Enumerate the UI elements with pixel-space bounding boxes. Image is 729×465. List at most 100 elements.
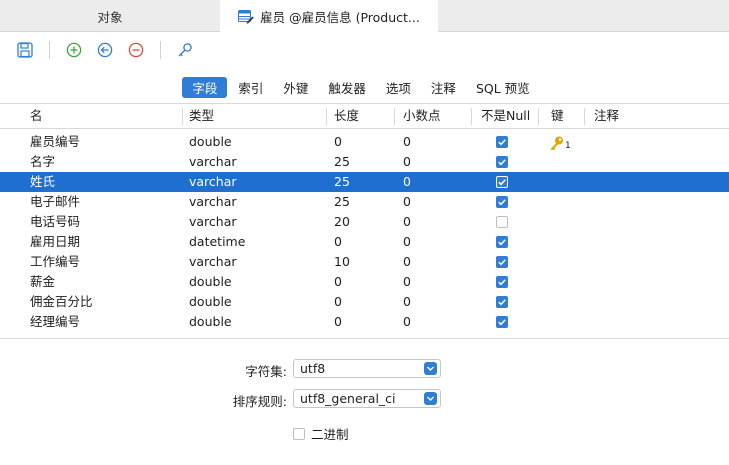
charset-select[interactable]: utf8 [293,359,441,378]
field-length-cell[interactable]: 0 [334,272,342,292]
column-divider[interactable] [538,108,539,125]
column-header-decimals[interactable]: 小数点 [403,104,441,128]
table-row[interactable]: 电子邮件 varchar 25 0 [0,192,729,212]
field-type-cell[interactable]: double [189,312,232,332]
field-name-cell[interactable]: 雇员编号 [30,132,80,152]
subtab-indexes[interactable]: 索引 [229,77,272,98]
field-length-cell[interactable]: 20 [334,212,350,232]
binary-option[interactable]: 二进制 [293,424,349,443]
not-null-checkbox[interactable] [496,236,508,248]
field-decimals-cell[interactable]: 0 [403,192,411,212]
field-decimals-cell[interactable]: 0 [403,172,411,192]
table-row[interactable]: 雇用日期 datetime 0 0 [0,232,729,252]
field-type-cell[interactable]: varchar [189,252,237,272]
field-name-cell[interactable]: 电子邮件 [30,192,80,212]
not-null-checkbox[interactable] [496,316,508,328]
field-length-cell[interactable]: 25 [334,172,350,192]
table-row[interactable]: 名字 varchar 25 0 [0,152,729,172]
not-null-checkbox[interactable] [496,176,508,188]
field-name-cell[interactable]: 名字 [30,152,55,172]
not-null-checkbox[interactable] [496,296,508,308]
document-tab-bar: 对象 雇员 @雇员信息 (Product... [0,0,729,33]
tab-table-design[interactable]: 雇员 @雇员信息 (Product... [220,0,438,33]
field-type-cell[interactable]: datetime [189,232,245,252]
toolbar-separator [160,41,161,59]
field-decimals-cell[interactable]: 0 [403,212,411,232]
table-row[interactable]: 经理编号 double 0 0 [0,312,729,332]
binary-checkbox[interactable] [293,427,305,440]
column-divider[interactable] [182,108,183,125]
subtab-options[interactable]: 选项 [377,77,420,98]
subtab-triggers[interactable]: 触发器 [319,77,375,98]
design-subtabs: 字段 索引 外键 触发器 选项 注释 SQL 预览 [0,75,729,99]
column-header-name[interactable]: 名 [30,104,43,128]
column-divider[interactable] [471,108,472,125]
field-length-cell[interactable]: 25 [334,152,350,172]
field-type-cell[interactable]: varchar [189,152,237,172]
table-row[interactable]: 姓氏 varchar 25 0 [0,172,729,192]
not-null-checkbox[interactable] [496,196,508,208]
column-header-key[interactable]: 键 [551,104,564,128]
field-decimals-cell[interactable]: 0 [403,292,411,312]
field-length-cell[interactable]: 10 [334,252,350,272]
field-name-cell[interactable]: 电话号码 [30,212,80,232]
chevron-down-icon [424,362,437,375]
subtab-comment[interactable]: 注释 [422,77,465,98]
save-button[interactable] [15,40,35,60]
primary-key-button[interactable] [175,40,195,60]
field-name-cell[interactable]: 经理编号 [30,312,80,332]
field-name-cell[interactable]: 工作编号 [30,252,80,272]
column-header-comment[interactable]: 注释 [594,104,619,128]
field-length-cell[interactable]: 0 [334,292,342,312]
field-decimals-cell[interactable]: 0 [403,252,411,272]
column-divider[interactable] [394,108,395,125]
add-field-button[interactable] [64,40,84,60]
field-decimals-cell[interactable]: 0 [403,232,411,252]
column-divider[interactable] [326,108,327,125]
field-decimals-cell[interactable]: 0 [403,312,411,332]
table-row[interactable]: 电话号码 varchar 20 0 [0,212,729,232]
table-row[interactable]: 工作编号 varchar 10 0 [0,252,729,272]
field-length-cell[interactable]: 0 [334,312,342,332]
field-name-cell[interactable]: 薪金 [30,272,55,292]
save-icon [17,42,33,58]
insert-field-button[interactable] [95,40,115,60]
collation-value: utf8_general_ci [300,391,396,406]
table-row[interactable]: 佣金百分比 double 0 0 [0,292,729,312]
not-null-checkbox[interactable] [496,276,508,288]
field-name-cell[interactable]: 雇用日期 [30,232,80,252]
field-type-cell[interactable]: varchar [189,192,237,212]
field-length-cell[interactable]: 25 [334,192,350,212]
not-null-checkbox[interactable] [496,216,508,228]
column-header-not-null[interactable]: 不是Null [481,104,530,128]
field-decimals-cell[interactable]: 0 [403,132,411,152]
field-type-cell[interactable]: double [189,272,232,292]
column-divider[interactable] [584,108,585,125]
tab-objects[interactable]: 对象 [0,0,220,32]
field-decimals-cell[interactable]: 0 [403,272,411,292]
field-type-cell[interactable]: double [189,132,232,152]
binary-label: 二进制 [311,427,349,442]
table-edit-icon [238,9,254,24]
field-decimals-cell[interactable]: 0 [403,152,411,172]
field-type-cell[interactable]: varchar [189,172,237,192]
subtab-sql-preview[interactable]: SQL 预览 [467,77,539,98]
subtab-fields[interactable]: 字段 [182,76,228,98]
field-name-cell[interactable]: 姓氏 [30,172,55,192]
subtab-foreign-keys[interactable]: 外键 [274,77,317,98]
not-null-checkbox[interactable] [496,136,508,148]
table-row[interactable]: 雇员编号 double 0 0 1 [0,132,729,152]
charset-value: utf8 [300,361,326,376]
field-length-cell[interactable]: 0 [334,232,342,252]
field-name-cell[interactable]: 佣金百分比 [30,292,93,312]
collation-select[interactable]: utf8_general_ci [293,389,441,408]
not-null-checkbox[interactable] [496,256,508,268]
table-row[interactable]: 薪金 double 0 0 [0,272,729,292]
field-type-cell[interactable]: double [189,292,232,312]
field-length-cell[interactable]: 0 [334,132,342,152]
column-header-length[interactable]: 长度 [334,104,359,128]
column-header-type[interactable]: 类型 [189,104,214,128]
not-null-checkbox[interactable] [496,156,508,168]
delete-field-button[interactable] [126,40,146,60]
field-type-cell[interactable]: varchar [189,212,237,232]
